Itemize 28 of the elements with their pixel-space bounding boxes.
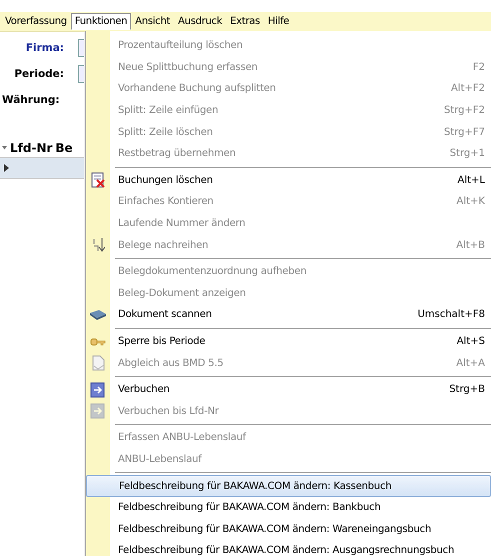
- menu-bar-item[interactable]: Vorerfassung: [1, 13, 71, 30]
- menu-bar-item[interactable]: Ausdruck: [174, 13, 226, 30]
- document-icon: [90, 355, 106, 372]
- menu-item[interactable]: Feldbeschreibung für BAKAWA.COM ändern: Bankbuch: [86, 496, 491, 518]
- key-icon: [90, 336, 106, 347]
- menu-item[interactable]: Verbuchen Strg+B: [86, 378, 491, 400]
- field-label: Firma:: [24, 42, 64, 54]
- menu-item[interactable]: Sperre bis Periode Alt+S: [86, 330, 491, 352]
- menu-bar-item[interactable]: Extras: [226, 13, 264, 30]
- delete-icon: [90, 172, 106, 188]
- menu-item[interactable]: Buchungen löschen Alt+L: [86, 170, 491, 192]
- menu-bar-item[interactable]: Funktionen: [70, 13, 132, 30]
- input-field[interactable]: [78, 39, 84, 57]
- menu-item[interactable]: Dokument scannen Umschalt+F8: [86, 304, 491, 326]
- row-pointer-icon: [4, 164, 9, 172]
- sort-indicator-icon: [2, 146, 7, 150]
- menu-item[interactable]: Feldbeschreibung für BAKAWA.COM ändern: Wareneingangsbuch: [86, 518, 491, 540]
- menu-item[interactable]: Feldbeschreibung für BAKAWA.COM ändern: Kassenbuch: [86, 475, 491, 497]
- scanner-icon: [89, 308, 107, 321]
- column-header[interactable]: Be: [55, 141, 73, 155]
- menu-item[interactable]: Feldbeschreibung für BAKAWA.COM ändern: Ausgangsrechnungsbuch: [86, 540, 491, 556]
- field-label: Währung:: [1, 94, 60, 106]
- column-header[interactable]: Lfd-Nr: [10, 141, 52, 155]
- sort-icon: [91, 237, 105, 254]
- menu-bar-item[interactable]: Hilfe: [264, 13, 294, 30]
- input-field[interactable]: [78, 65, 84, 83]
- menu-bar-item[interactable]: Ansicht: [131, 13, 174, 30]
- field-label: Periode:: [13, 68, 64, 80]
